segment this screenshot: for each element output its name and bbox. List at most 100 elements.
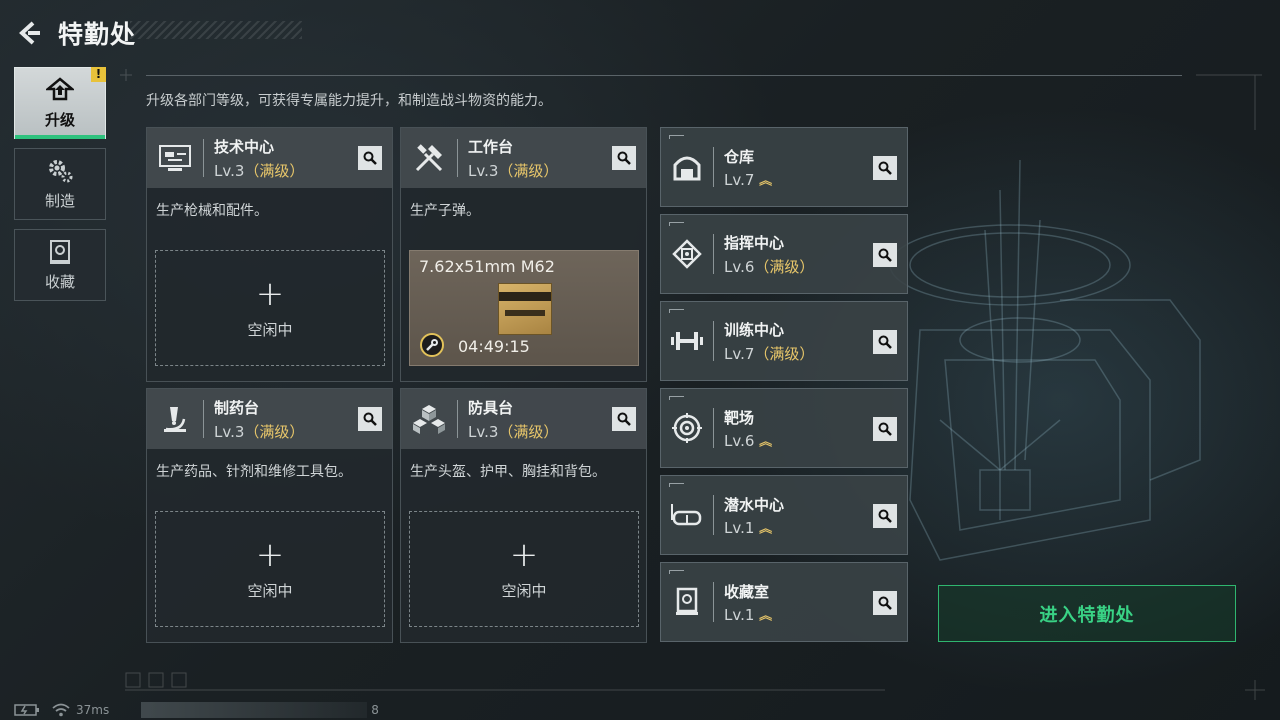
card-maxed: （满级） [498,422,559,441]
facility-level: Lv.1 [724,605,755,624]
card-description: 生产枪械和配件。 [156,203,268,219]
inspect-button[interactable] [873,156,897,180]
upgrade-icon [46,76,74,100]
dept-card-pharmacy[interactable]: 制药台 Lv.3（满级） 生产药品、针剂和维修工具包。 + 空闲中 [146,388,393,643]
dept-card-armor[interactable]: 防具台 Lv.3（满级） 生产头盔、护甲、胸挂和背包。 + 空闲中 [400,388,647,643]
enter-special-ops-button[interactable]: 进入特勤处 [938,585,1236,642]
microscope-icon [164,407,186,432]
inspect-button[interactable] [358,407,382,431]
card-level: Lv.3 [214,422,245,441]
inspect-button[interactable] [612,146,636,170]
card-level: Lv.3 [468,161,499,180]
facility-card-diving-center[interactable]: 潜水中心 Lv.1 ︽ [660,475,908,555]
inspect-button[interactable] [873,330,897,354]
collection-icon [50,239,70,264]
header: 特勤处 [14,14,136,52]
ping-value: 37ms [76,703,110,717]
production-slot-empty[interactable]: + 空闲中 [155,511,385,627]
production-slot-empty[interactable]: + 空闲中 [155,250,385,366]
production-timer: 04:49:15 [458,337,530,356]
wifi-icon [52,703,70,717]
back-button[interactable] [14,18,44,48]
warning-badge: ! [91,67,106,82]
card-description: 生产头盔、护甲、胸挂和背包。 [410,464,606,480]
slot-status: 空闲中 [247,581,293,600]
search-icon [878,335,892,349]
workbench-tools-icon [415,144,443,172]
upgrade-chevron-icon: ︽ [759,609,772,623]
target-icon [672,413,702,443]
plus-icon: + [255,534,285,575]
facility-maxed: （满级） [754,257,815,276]
card-level: Lv.3 [468,422,499,441]
nav-label-manufacture: 制造 [44,191,75,210]
card-name: 防具台 [468,398,514,417]
facility-name: 靶场 [724,408,755,427]
search-icon [878,422,892,436]
production-item-name: 7.62x51mm M62 [419,257,555,276]
search-icon [878,596,892,610]
back-arrow-icon [19,21,40,45]
facility-maxed: （满级） [754,344,815,363]
dumbbell-icon [671,332,703,350]
side-nav: ! 升级 制造 收藏 [14,67,106,310]
search-icon [363,151,377,165]
inspect-button[interactable] [358,146,382,170]
dept-card-workbench[interactable]: 工作台 Lv.3（满级） 生产子弹。 7.62x51mm M62 04:49:1… [400,127,647,382]
plus-icon: + [509,534,539,575]
facility-card-training-center[interactable]: 训练中心 Lv.7（满级） [660,301,908,381]
battery-icon [14,704,39,716]
production-slot-active[interactable]: 7.62x51mm M62 04:49:15 [409,250,639,366]
title-decoration [130,21,302,39]
card-header: 工作台 Lv.3（满级） [401,128,646,188]
nav-item-upgrade[interactable]: ! 升级 [14,67,106,139]
facility-level: Lv.1 [724,518,755,537]
search-icon [363,412,377,426]
inspect-button[interactable] [873,504,897,528]
wrench-timer-icon [420,333,444,357]
slot-status: 空闲中 [247,320,293,339]
upgrade-chevron-icon: ︽ [759,435,772,449]
warehouse-icon [673,156,701,181]
nav-label-collection: 收藏 [44,272,75,291]
card-header: 防具台 Lv.3（满级） [401,389,646,449]
search-icon [617,151,631,165]
status-trailing-number: 8 [371,703,379,717]
facility-card-command-center[interactable]: 指挥中心 Lv.6（满级） [660,214,908,294]
facility-level: Lv.7 [724,170,755,189]
inspect-button[interactable] [873,591,897,615]
nav-item-collection[interactable]: 收藏 [14,229,106,301]
facility-level: Lv.6 [724,257,755,276]
inspect-button[interactable] [612,407,636,431]
facility-card-shooting-range[interactable]: 靶场 Lv.6 ︽ [660,388,908,468]
card-header: 技术中心 Lv.3（满级） [147,128,392,188]
nav-item-manufacture[interactable]: 制造 [14,148,106,220]
divider [146,75,1182,76]
facility-name: 潜水中心 [724,495,785,514]
status-bar: 37ms 8 [14,700,379,720]
card-maxed: （满级） [244,161,305,180]
production-slot-empty[interactable]: + 空闲中 [409,511,639,627]
inspect-button[interactable] [873,243,897,267]
dept-card-tech-center[interactable]: 技术中心 Lv.3（满级） 生产枪械和配件。 + 空闲中 [146,127,393,382]
card-description: 生产子弹。 [410,203,480,219]
card-name: 制药台 [214,398,260,417]
slot-status: 空闲中 [501,581,547,600]
chip-icon [672,239,702,269]
gear-icon [49,159,73,182]
search-icon [617,412,631,426]
facility-name: 收藏室 [724,582,770,601]
card-description: 生产药品、针剂和维修工具包。 [156,464,352,480]
card-maxed: （满级） [498,161,559,180]
armor-cubes-icon [413,405,445,434]
search-icon [878,248,892,262]
nav-label-upgrade: 升级 [44,110,75,129]
page-title: 特勤处 [58,20,137,49]
facility-card-warehouse[interactable]: 仓库 Lv.7 ︽ [660,127,908,207]
upgrade-chevron-icon: ︽ [759,522,772,536]
facility-card-collection-room[interactable]: 收藏室 Lv.1 ︽ [660,562,908,642]
inspect-button[interactable] [873,417,897,441]
diving-mask-icon [671,504,702,526]
card-name: 工作台 [468,137,514,156]
search-icon [878,161,892,175]
